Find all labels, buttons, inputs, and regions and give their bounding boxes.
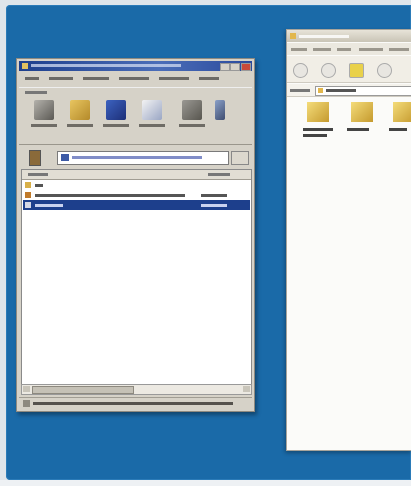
status-icon — [23, 400, 30, 407]
row-name — [35, 204, 63, 207]
folder-label — [303, 134, 327, 137]
view-icon — [142, 100, 162, 120]
test-icon — [106, 100, 126, 120]
file-icon — [25, 202, 31, 208]
archive-app-icon — [22, 63, 28, 69]
menu-item-options[interactable] — [159, 77, 189, 80]
archiver-address-bar — [19, 147, 252, 167]
find-icon — [215, 100, 225, 120]
delete-label — [179, 124, 205, 127]
scroll-right-icon[interactable] — [243, 386, 250, 392]
folder-label — [347, 128, 369, 131]
extract-button[interactable] — [67, 100, 93, 130]
menu-item-help[interactable] — [199, 77, 219, 80]
archive-file-list[interactable] — [21, 169, 252, 385]
archiver-menu-bar — [21, 74, 249, 84]
menu-item-tools[interactable] — [83, 77, 109, 80]
up-folder-icon[interactable] — [29, 150, 41, 166]
explorer-address-bar — [287, 84, 411, 97]
column-header-name[interactable] — [28, 173, 48, 176]
archive-path-icon — [61, 154, 69, 161]
row-size — [201, 204, 227, 207]
minimize-button[interactable] — [220, 63, 230, 71]
table-row[interactable] — [23, 190, 250, 200]
search-button[interactable] — [377, 63, 392, 78]
add-button[interactable] — [31, 100, 57, 130]
archiver-title-text — [31, 64, 181, 67]
explorer-menu-bar — [287, 43, 411, 55]
up-folder-button[interactable] — [349, 63, 364, 78]
column-header-size[interactable] — [208, 173, 230, 176]
toolbar-caption — [25, 91, 47, 94]
menu-item-file[interactable] — [291, 48, 307, 51]
menu-item-edit[interactable] — [313, 48, 331, 51]
table-row[interactable] — [23, 200, 250, 210]
explorer-window[interactable] — [286, 29, 411, 451]
row-name — [35, 194, 185, 197]
extract-label — [67, 124, 93, 127]
archive-file-icon — [25, 192, 31, 198]
archiver-status-bar — [19, 397, 252, 410]
parent-folder-icon — [25, 182, 31, 188]
forward-button[interactable] — [321, 63, 336, 78]
address-input[interactable] — [315, 86, 411, 96]
folder-label — [303, 128, 333, 131]
explorer-title-text — [299, 35, 349, 38]
delete-icon — [182, 100, 202, 120]
close-button[interactable] — [241, 63, 251, 71]
view-button[interactable] — [139, 100, 165, 130]
menu-item-favorites[interactable] — [359, 48, 383, 51]
add-icon — [34, 100, 54, 120]
table-row[interactable] — [23, 180, 250, 190]
scroll-thumb[interactable] — [32, 386, 134, 394]
archiver-toolbar — [19, 87, 252, 145]
archiver-window[interactable] — [16, 58, 255, 412]
delete-button[interactable] — [179, 100, 205, 130]
menu-item-commands[interactable] — [49, 77, 73, 80]
path-dropdown-arrow[interactable] — [231, 151, 249, 165]
extract-icon — [70, 100, 90, 120]
maximize-button[interactable] — [230, 63, 240, 71]
explorer-toolbar — [287, 56, 411, 83]
view-label — [139, 124, 165, 127]
path-dropdown[interactable] — [57, 151, 229, 165]
address-text — [326, 89, 356, 92]
test-label — [103, 124, 129, 127]
folder-icon — [393, 102, 411, 122]
explorer-title-bar[interactable] — [287, 30, 411, 42]
folder-icon — [351, 102, 373, 122]
menu-item-file[interactable] — [25, 77, 39, 80]
row-name — [35, 184, 43, 187]
folder-label — [389, 128, 407, 131]
test-button[interactable] — [103, 100, 129, 130]
menu-item-tools[interactable] — [389, 48, 409, 51]
folder-icon — [318, 88, 323, 93]
folder-icon — [290, 33, 296, 39]
address-label — [290, 89, 310, 92]
back-button[interactable] — [293, 63, 308, 78]
find-button[interactable] — [215, 100, 227, 130]
menu-item-favorites[interactable] — [119, 77, 149, 80]
archiver-title-bar[interactable] — [19, 61, 252, 71]
column-header-row — [22, 170, 251, 180]
scroll-left-icon[interactable] — [23, 386, 30, 392]
horizontal-scrollbar[interactable] — [21, 384, 252, 395]
path-text — [72, 156, 202, 159]
status-text — [33, 402, 233, 405]
row-size — [201, 194, 227, 197]
folder-icon — [307, 102, 329, 122]
screen-bottom-edge — [0, 480, 411, 486]
add-label — [31, 124, 57, 127]
menu-item-view[interactable] — [337, 48, 351, 51]
